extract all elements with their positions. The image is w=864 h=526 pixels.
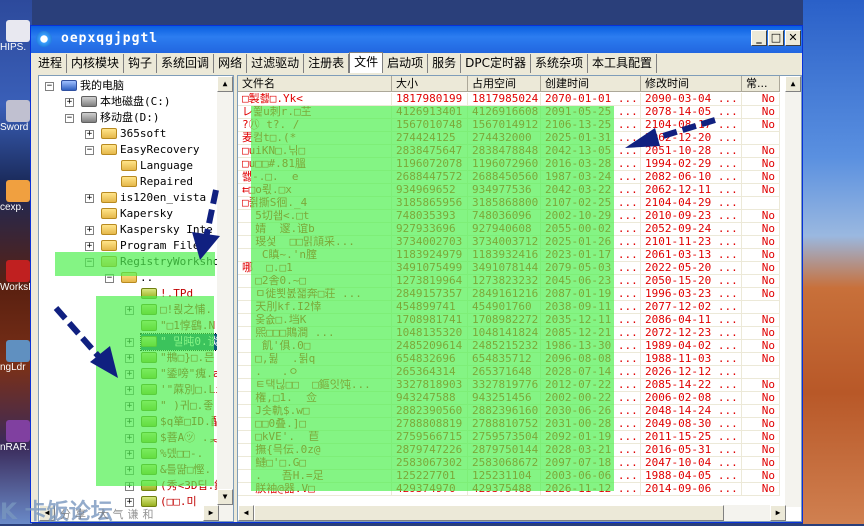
watermark-subtitle: 分享 大气谦和 [60, 508, 158, 521]
annotation-arrows [53, 117, 716, 378]
arrow-annotation [649, 117, 716, 143]
arrowhead-icon [192, 232, 220, 260]
arrow-annotation [53, 306, 103, 360]
arrow-annotation [203, 189, 219, 239]
arrowhead-icon [625, 128, 660, 148]
arrowhead-icon [90, 346, 118, 378]
